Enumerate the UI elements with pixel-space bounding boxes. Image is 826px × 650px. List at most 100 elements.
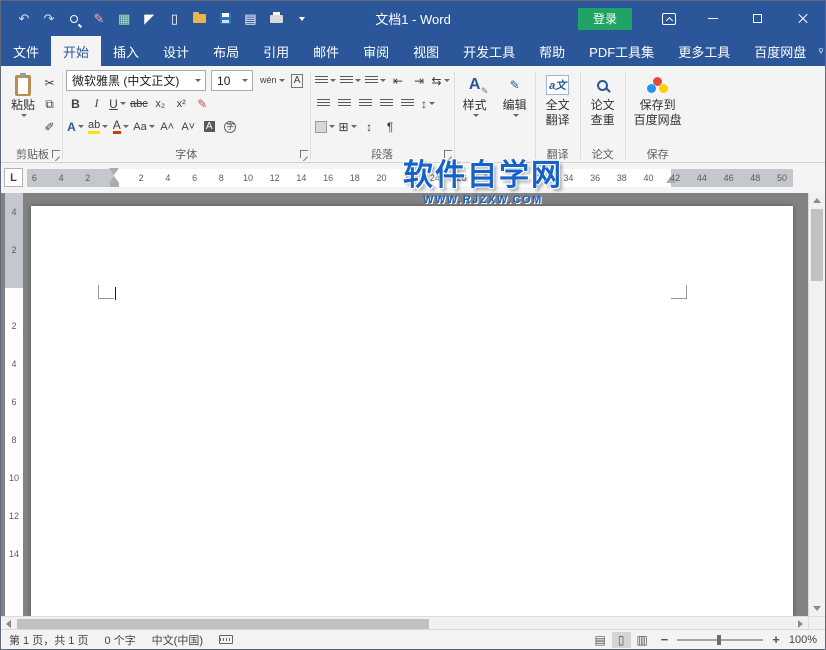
- word-count[interactable]: 0 个字: [104, 632, 135, 648]
- enclose-character-icon[interactable]: 字: [221, 116, 240, 137]
- scroll-down-button[interactable]: [809, 601, 825, 616]
- horizontal-scroll-thumb[interactable]: [17, 619, 429, 629]
- tab-view[interactable]: 视图: [401, 36, 451, 66]
- zoom-out-button[interactable]: −: [661, 632, 669, 647]
- shrink-font-icon[interactable]: A˅: [179, 116, 198, 137]
- print-layout-button[interactable]: ▯: [612, 632, 631, 648]
- highlight-color-icon[interactable]: ab: [87, 116, 109, 137]
- align-left-icon[interactable]: [314, 93, 333, 114]
- full-text-translate-button[interactable]: a文 全文 翻译: [539, 69, 577, 127]
- character-shading-icon[interactable]: A: [200, 116, 219, 137]
- save-to-netdisk-button[interactable]: 保存到 百度网盘: [629, 69, 687, 127]
- zoom-slider-thumb[interactable]: [717, 635, 721, 645]
- tab-references[interactable]: 引用: [251, 36, 301, 66]
- horizontal-ruler[interactable]: 6422468101214161820222426283032343638404…: [27, 169, 793, 187]
- tab-baidu-netdisk[interactable]: 百度网盘: [742, 36, 818, 66]
- table-icon[interactable]: ▦: [117, 11, 131, 27]
- select-icon[interactable]: ◤: [142, 11, 156, 27]
- pen-icon[interactable]: ✎: [92, 11, 106, 27]
- document-canvas[interactable]: [27, 193, 808, 616]
- print-preview-icon[interactable]: [67, 11, 81, 27]
- strikethrough-icon[interactable]: abc: [129, 93, 149, 114]
- distribute-icon[interactable]: [398, 93, 417, 114]
- read-mode-button[interactable]: ▤: [591, 632, 610, 648]
- vertical-scroll-thumb[interactable]: [811, 209, 823, 281]
- redo-icon[interactable]: ↷: [42, 11, 56, 27]
- hanging-indent-marker[interactable]: [109, 176, 119, 183]
- superscript-icon[interactable]: x²: [172, 93, 191, 114]
- tab-pdf-tools[interactable]: PDF工具集: [577, 36, 666, 66]
- left-indent-marker[interactable]: [110, 183, 119, 187]
- paper-check-button[interactable]: 论文 查重: [584, 69, 622, 127]
- zoom-slider[interactable]: [677, 639, 763, 641]
- printer-icon[interactable]: [269, 11, 284, 27]
- increase-indent-icon[interactable]: ⇥: [410, 70, 429, 91]
- first-line-indent-marker[interactable]: [109, 168, 119, 175]
- align-center-icon[interactable]: [335, 93, 354, 114]
- vertical-scrollbar[interactable]: [808, 193, 825, 616]
- styles-button[interactable]: A 样式: [458, 69, 492, 117]
- keyboard-icon[interactable]: [219, 635, 233, 644]
- format-painter-icon[interactable]: ✐: [40, 116, 59, 137]
- maximize-button[interactable]: [735, 1, 780, 36]
- bullets-icon[interactable]: [314, 70, 337, 91]
- print-page-icon[interactable]: ▤: [243, 11, 257, 27]
- zoom-in-button[interactable]: +: [772, 632, 780, 647]
- justify-icon[interactable]: [377, 93, 396, 114]
- save-icon[interactable]: [218, 11, 232, 27]
- change-case-icon[interactable]: Aa: [132, 116, 155, 137]
- decrease-indent-icon[interactable]: ⇤: [389, 70, 408, 91]
- open-folder-icon[interactable]: [192, 11, 207, 27]
- borders-icon[interactable]: ⊞: [338, 116, 358, 137]
- red-pen-icon[interactable]: ✎: [193, 93, 212, 114]
- minimize-button[interactable]: [690, 1, 735, 36]
- cut-icon[interactable]: ✂: [40, 72, 59, 93]
- page-indicator[interactable]: 第 1 页，共 1 页: [9, 632, 88, 648]
- tab-mailings[interactable]: 邮件: [301, 36, 351, 66]
- tab-help[interactable]: 帮助: [527, 36, 577, 66]
- clipboard-dialog-launcher-icon[interactable]: [52, 150, 60, 158]
- multilevel-list-icon[interactable]: [364, 70, 387, 91]
- tab-design[interactable]: 设计: [151, 36, 201, 66]
- tab-file[interactable]: 文件: [1, 36, 51, 66]
- copy-icon[interactable]: ⧉: [40, 94, 59, 115]
- scroll-up-button[interactable]: [809, 193, 825, 208]
- page[interactable]: [31, 206, 793, 616]
- language-indicator[interactable]: 中文(中国): [152, 632, 203, 648]
- undo-icon[interactable]: ↶: [17, 11, 31, 27]
- tab-layout[interactable]: 布局: [201, 36, 251, 66]
- underline-icon[interactable]: U: [108, 93, 127, 114]
- font-size-combo[interactable]: 10: [211, 70, 253, 91]
- numbering-icon[interactable]: [339, 70, 362, 91]
- paragraph-dialog-launcher-icon[interactable]: [444, 150, 452, 158]
- zoom-level[interactable]: 100%: [789, 634, 817, 646]
- tab-home[interactable]: 开始: [51, 36, 101, 66]
- subscript-icon[interactable]: x₂: [151, 93, 170, 114]
- font-color-icon[interactable]: A: [111, 116, 130, 137]
- character-border-icon[interactable]: A: [288, 70, 307, 91]
- phonetic-guide-icon[interactable]: wén: [259, 70, 286, 91]
- text-effects-icon[interactable]: A: [66, 116, 85, 137]
- tab-stop-selector[interactable]: L: [4, 168, 23, 187]
- asian-layout-icon[interactable]: ⇆: [431, 70, 451, 91]
- shading-icon[interactable]: [314, 116, 336, 137]
- line-spacing-icon[interactable]: ↕: [419, 93, 438, 114]
- font-name-combo[interactable]: 微软雅黑 (中文正文): [66, 70, 206, 91]
- tab-more-tools[interactable]: 更多工具: [666, 36, 742, 66]
- italic-icon[interactable]: I: [87, 93, 106, 114]
- login-button[interactable]: 登录: [578, 8, 632, 30]
- vertical-ruler[interactable]: 422468101214: [1, 193, 27, 616]
- web-layout-button[interactable]: ▥: [633, 632, 652, 648]
- align-right-icon[interactable]: [356, 93, 375, 114]
- tab-insert[interactable]: 插入: [101, 36, 151, 66]
- tab-review[interactable]: 审阅: [351, 36, 401, 66]
- paste-button[interactable]: 粘贴: [6, 69, 40, 145]
- editing-button[interactable]: ✎ 编辑: [498, 69, 532, 117]
- ribbon-display-options-button[interactable]: [648, 1, 690, 36]
- grow-font-icon[interactable]: A˄: [158, 116, 177, 137]
- font-dialog-launcher-icon[interactable]: [300, 150, 308, 158]
- bold-icon[interactable]: B: [66, 93, 85, 114]
- new-document-icon[interactable]: ▯: [167, 11, 181, 27]
- show-formatting-marks-icon[interactable]: ¶: [381, 116, 400, 137]
- tab-developer[interactable]: 开发工具: [451, 36, 527, 66]
